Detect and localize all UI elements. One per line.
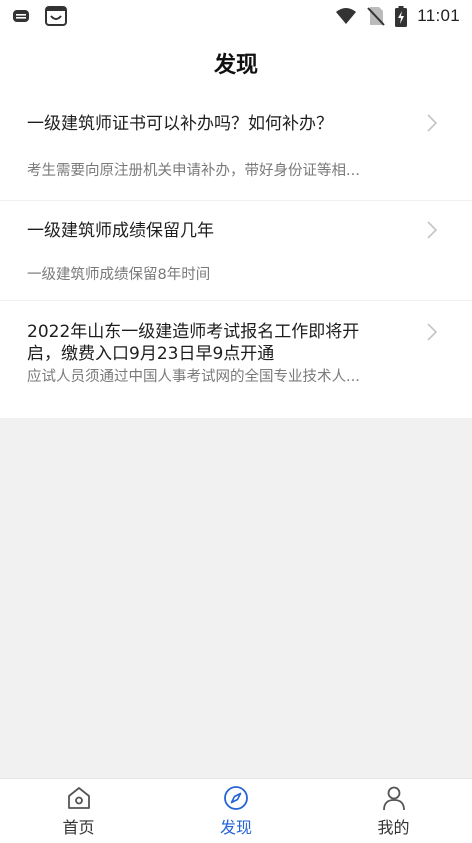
nav-home[interactable]: 首页 — [0, 779, 157, 843]
nav-label-home: 首页 — [62, 818, 95, 837]
article-summary: 应试人员须通过中国人事考试网的全国专业技术人... — [27, 369, 360, 385]
nav-label-mine: 我的 — [377, 818, 410, 837]
nav-mine[interactable]: 我的 — [315, 779, 472, 843]
chevron-right-icon — [427, 323, 438, 341]
message-icon — [12, 8, 30, 24]
store-icon — [44, 5, 68, 27]
status-time: 11:01 — [417, 6, 460, 25]
status-bar-left — [12, 5, 68, 27]
page-title: 发现 — [213, 53, 258, 78]
user-icon — [381, 785, 407, 811]
article-summary: 一级建筑师成绩保留8年时间 — [27, 267, 211, 283]
no-sim-icon — [367, 6, 385, 26]
article-title: 一级建筑师成绩保留几年 — [27, 221, 214, 241]
compass-icon — [223, 785, 249, 811]
list-item[interactable]: 2022年山东一级建造师考试报名工作即将开启，缴费入口9月23日早9点开通 应试… — [0, 301, 472, 418]
nav-discover[interactable]: 发现 — [158, 779, 315, 843]
chevron-right-icon — [427, 221, 438, 239]
article-title: 2022年山东一级建造师考试报名工作即将开启，缴费入口9月23日早9点开通 — [27, 322, 360, 364]
article-title: 一级建筑师证书可以补办吗？如何补办？ — [27, 114, 333, 134]
list-item[interactable]: 一级建筑师证书可以补办吗？如何补办？ 考生需要向原注册机关申请补办，带好身份证等… — [0, 94, 472, 201]
article-list: 一级建筑师证书可以补办吗？如何补办？ 考生需要向原注册机关申请补办，带好身份证等… — [0, 94, 472, 418]
status-bar: 11:01 — [0, 0, 472, 32]
battery-charging-icon — [395, 5, 408, 27]
title-bar: 发现 — [0, 32, 472, 94]
bottom-nav: 首页 发现 我的 — [0, 778, 472, 843]
chevron-right-icon — [427, 114, 438, 132]
list-item[interactable]: 一级建筑师成绩保留几年 一级建筑师成绩保留8年时间 — [0, 201, 472, 301]
status-bar-right: 11:01 — [335, 5, 460, 27]
home-icon — [66, 785, 92, 811]
wifi-icon — [335, 7, 357, 25]
nav-label-discover: 发现 — [219, 818, 252, 837]
article-summary: 考生需要向原注册机关申请补办，带好身份证等相... — [27, 163, 360, 179]
